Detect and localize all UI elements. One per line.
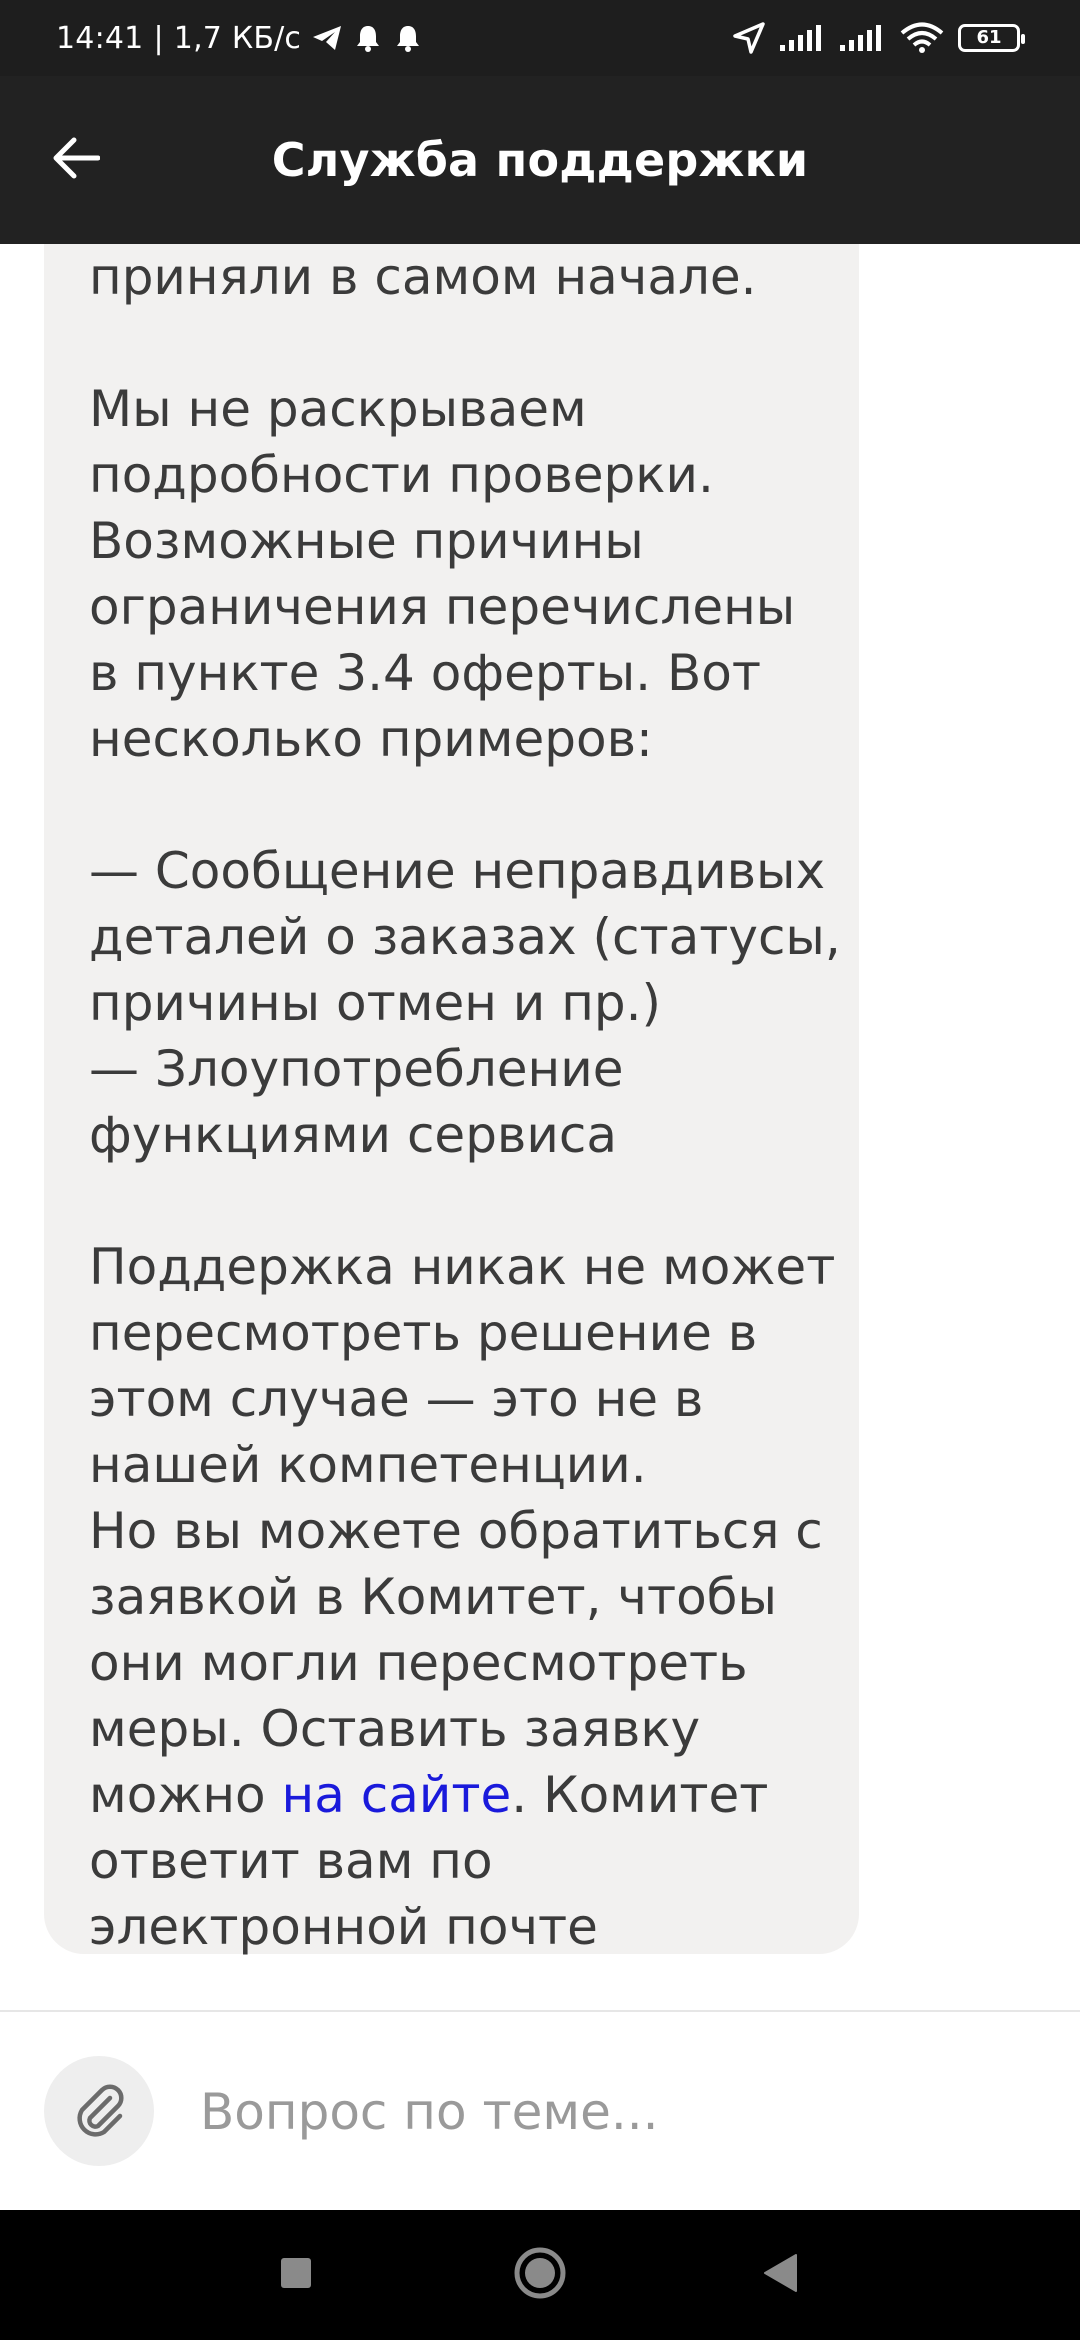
app-bar: Служба поддержки: [0, 76, 1080, 244]
recents-button[interactable]: [236, 2210, 356, 2340]
location-arrow-icon: [732, 21, 766, 55]
square-icon: [279, 2256, 313, 2294]
paperclip-icon: [70, 2080, 128, 2142]
chat-area[interactable]: приняли в самом начале. Мы не раскрываем…: [0, 244, 1080, 2010]
message-text: приняли в самом начале. Мы не раскрываем…: [44, 244, 859, 1960]
status-bar-left: 14:41 | 1,7 КБ/с: [56, 0, 423, 76]
status-separator: |: [153, 20, 164, 56]
message-text-segment: Поддержка никак не может пересмотреть ре…: [89, 1238, 836, 1824]
battery-level: 61: [976, 27, 1002, 48]
triangle-icon: [762, 2253, 798, 2297]
website-link[interactable]: на сайте: [282, 1766, 512, 1824]
message-paragraph: — Сообщение неправдивых деталей о заказа…: [89, 842, 841, 1164]
home-button[interactable]: [480, 2210, 600, 2340]
status-bar-right: 61: [732, 0, 1025, 76]
bell-icon: [393, 23, 423, 53]
message-paragraph: приняли в самом начале.: [89, 248, 757, 306]
battery-icon: 61: [958, 24, 1025, 52]
message-paragraph: Мы не раскрываем подробности проверки. В…: [89, 380, 796, 768]
wifi-icon: [900, 22, 944, 54]
navigation-bar: [0, 2210, 1080, 2340]
attach-button[interactable]: [44, 2056, 154, 2166]
input-bar: [0, 2012, 1080, 2210]
status-network-speed: 1,7 КБ/с: [173, 20, 302, 56]
question-input[interactable]: [198, 2056, 1042, 2168]
status-time: 14:41: [56, 20, 144, 56]
signal-icon: [840, 23, 886, 53]
bell-icon: [353, 23, 383, 53]
page-title: Служба поддержки: [271, 133, 809, 187]
status-bar: 14:41 | 1,7 КБ/с 61: [0, 0, 1080, 76]
signal-icon: [780, 23, 826, 53]
system-back-button[interactable]: [720, 2210, 840, 2340]
circle-icon: [513, 2246, 567, 2304]
message-paragraph: Поддержка никак не может пересмотреть ре…: [89, 1234, 859, 1960]
telegram-icon: [311, 24, 343, 52]
